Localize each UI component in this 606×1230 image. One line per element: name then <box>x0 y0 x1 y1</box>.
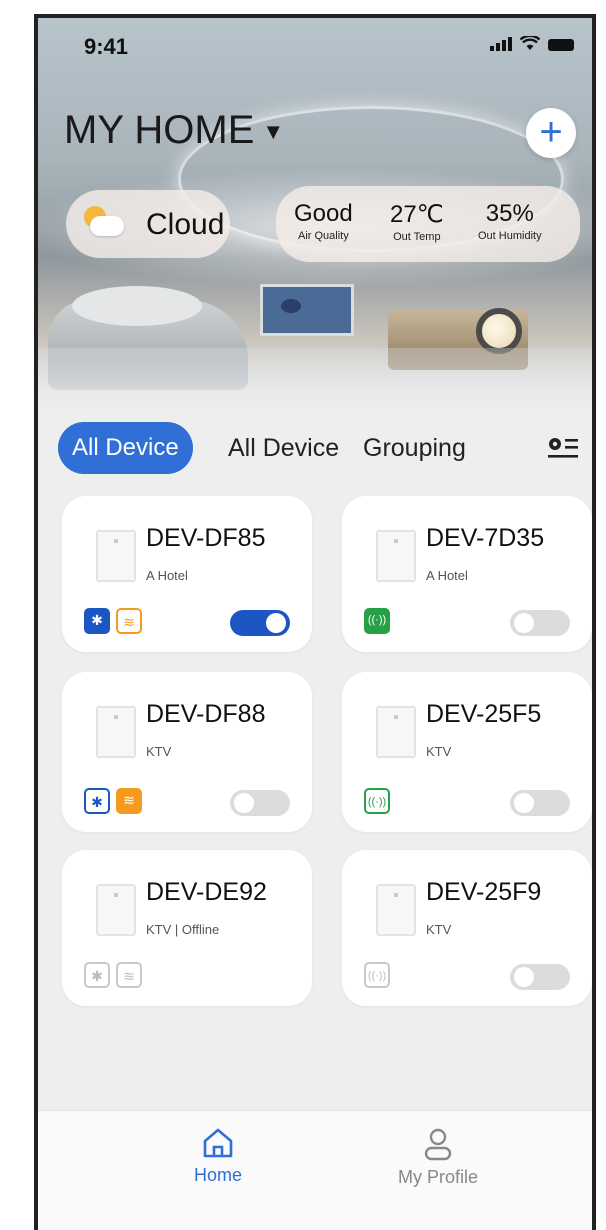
device-location: A Hotel <box>426 568 468 583</box>
device-card[interactable]: DEV-DE92 KTV | Offline ✱ ≋ <box>62 850 312 1006</box>
plus-icon: + <box>539 110 563 154</box>
device-location: KTV | Offline <box>146 922 220 937</box>
cellular-signal-icon <box>490 37 512 51</box>
nav-home[interactable]: Home <box>158 1127 278 1186</box>
status-icons <box>490 36 574 51</box>
environment-stats: Good Air Quality 27℃ Out Temp 35% Out Hu… <box>276 186 580 262</box>
device-card[interactable]: DEV-25F9 KTV ((·)) <box>342 850 592 1006</box>
nav-label: Home <box>193 1165 242 1185</box>
device-card[interactable]: DEV-25F5 KTV ((·)) <box>342 672 592 832</box>
device-name: DEV-DF88 <box>146 700 266 728</box>
floor-fade <box>38 348 592 418</box>
device-card[interactable]: DEV-DF85 A Hotel ✱ ≋ <box>62 496 312 652</box>
tv-image <box>260 284 354 336</box>
power-toggle[interactable] <box>230 790 290 816</box>
device-location: A Hotel <box>146 568 188 583</box>
stat-label: Air Quality <box>297 230 349 242</box>
stat-value: 35% <box>485 200 534 227</box>
device-name: DEV-25F5 <box>426 700 542 728</box>
device-card[interactable]: DEV-DF88 KTV ✱ ≋ <box>62 672 312 832</box>
device-image <box>96 884 136 936</box>
home-selector[interactable]: MY HOME ▼ <box>64 108 284 153</box>
weather-label: Cloud <box>146 208 225 241</box>
wifi-icon: ≋ <box>116 788 142 814</box>
out-humidity-stat: 35% Out Humidity <box>478 200 542 242</box>
out-temp-stat: 27℃ Out Temp <box>390 200 444 243</box>
stat-label: Out Humidity <box>478 230 542 242</box>
device-image <box>376 706 416 758</box>
device-name: DEV-7D35 <box>426 524 545 552</box>
power-toggle[interactable] <box>510 610 570 636</box>
partly-cloudy-icon <box>84 206 124 238</box>
device-location: KTV <box>426 922 452 937</box>
device-name: DEV-DE92 <box>146 878 267 906</box>
bluetooth-icon: ✱ <box>84 962 110 988</box>
device-location: KTV <box>146 744 172 759</box>
signal-icon: ((·)) <box>364 608 390 634</box>
power-toggle[interactable] <box>510 790 570 816</box>
battery-icon <box>548 39 574 51</box>
device-location: KTV <box>426 744 452 759</box>
signal-icon: ((·)) <box>364 788 390 814</box>
bottom-nav: Home My Profile <box>38 1110 592 1230</box>
nav-my-profile[interactable]: My Profile <box>378 1127 498 1188</box>
air-quality-stat: Good Air Quality <box>294 200 353 242</box>
device-image <box>376 884 416 936</box>
device-image <box>376 530 416 582</box>
stat-value: 27℃ <box>390 201 444 228</box>
tab-all-device-active[interactable]: All Device <box>58 422 193 474</box>
page-title: MY HOME <box>64 108 255 152</box>
tab-all-device[interactable]: All Device <box>228 434 339 463</box>
wifi-status-icon <box>520 36 540 50</box>
status-time: 9:41 <box>84 34 129 59</box>
power-toggle[interactable] <box>230 610 290 636</box>
device-name: DEV-25F9 <box>426 878 542 906</box>
profile-icon <box>424 1128 452 1161</box>
signal-icon: ((·)) <box>364 962 390 988</box>
device-image <box>96 530 136 582</box>
power-toggle[interactable] <box>510 964 570 990</box>
status-bar: 9:41 <box>38 18 592 74</box>
bluetooth-icon: ✱ <box>84 788 110 814</box>
add-device-button[interactable]: + <box>526 108 576 158</box>
tab-grouping[interactable]: Grouping <box>363 434 466 463</box>
nav-label: My Profile <box>397 1167 478 1187</box>
settings-list-icon[interactable] <box>546 434 580 462</box>
stat-value: Good <box>294 200 353 227</box>
device-card[interactable]: DEV-7D35 A Hotel ((·)) <box>342 496 592 652</box>
home-icon <box>203 1128 233 1158</box>
wifi-icon: ≋ <box>116 962 142 988</box>
device-name: DEV-DF85 <box>146 524 266 552</box>
phone-screen: 9:41 MY HOME ▼ + Cloud Good Air Quality 2… <box>34 14 596 1230</box>
device-tabs: All Device All Device Grouping <box>58 422 578 478</box>
stat-label: Out Temp <box>393 231 441 243</box>
weather-pill: Cloud <box>66 190 230 258</box>
device-image <box>96 706 136 758</box>
bluetooth-icon: ✱ <box>84 608 110 634</box>
wifi-icon: ≋ <box>116 608 142 634</box>
caret-down-icon: ▼ <box>262 119 285 145</box>
